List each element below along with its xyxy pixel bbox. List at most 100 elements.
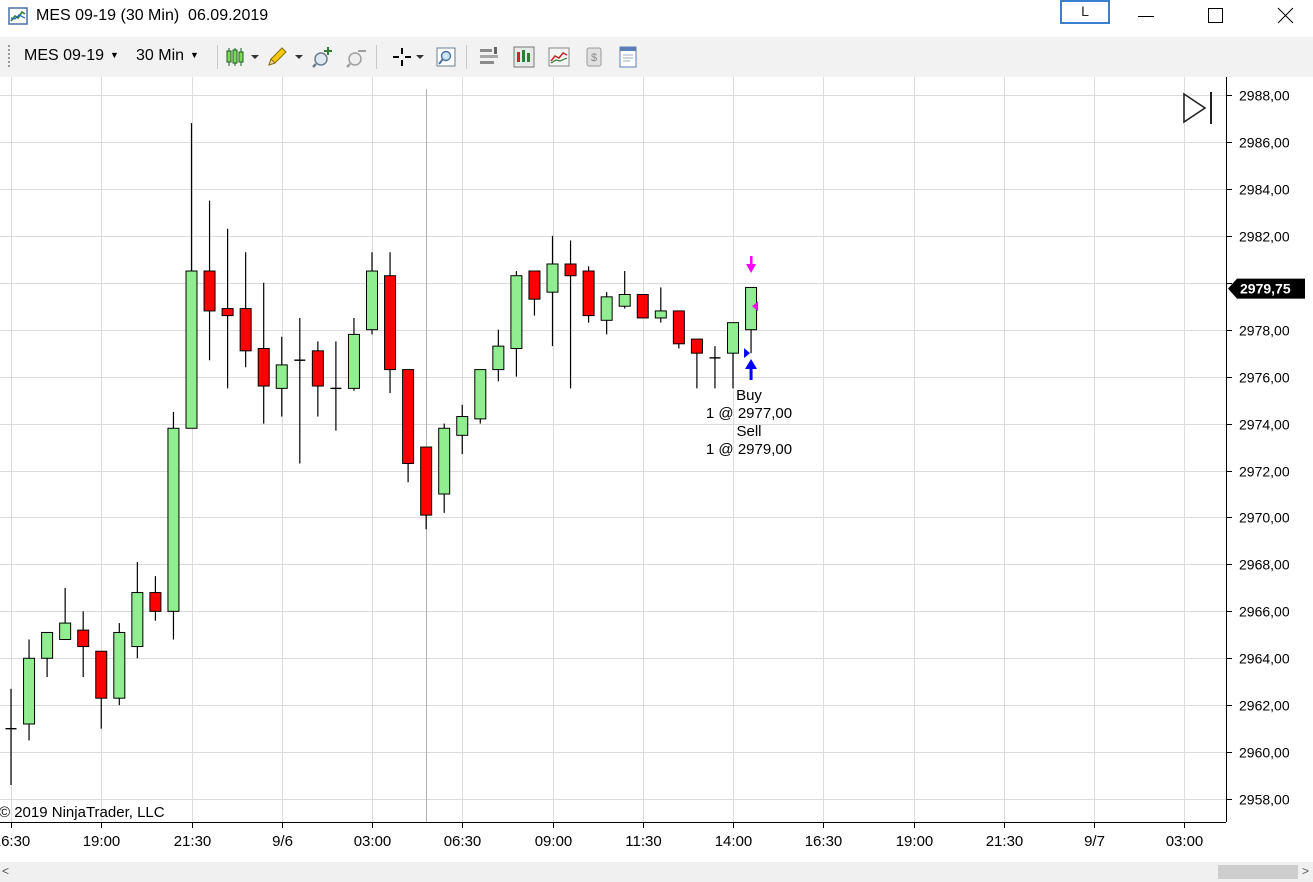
candle[interactable]: [636, 293, 649, 319]
candle[interactable]: [203, 200, 216, 361]
x-tick-label: 16:30: [0, 833, 30, 850]
link-button[interactable]: L: [1060, 0, 1110, 24]
scrollbar-thumb[interactable]: [1218, 865, 1298, 879]
data-box-icon[interactable]: [434, 45, 458, 69]
candle[interactable]: [239, 252, 252, 368]
candle[interactable]: [600, 292, 613, 335]
candle[interactable]: [167, 411, 180, 640]
candle[interactable]: [41, 631, 54, 678]
svg-text:$: $: [591, 52, 597, 64]
x-tick-label: 21:30: [174, 833, 212, 850]
x-tick-label: 03:00: [354, 833, 392, 850]
toolbar-divider: [466, 45, 467, 69]
zoom-out-icon[interactable]: [345, 45, 369, 69]
candle[interactable]: [582, 266, 595, 323]
candle[interactable]: [546, 235, 559, 347]
candle[interactable]: [23, 639, 36, 741]
candle[interactable]: [438, 423, 451, 513]
candle[interactable]: [727, 322, 739, 389]
candle[interactable]: [654, 287, 667, 323]
candle[interactable]: [690, 338, 703, 389]
candle[interactable]: [5, 688, 17, 786]
candle-body: [185, 270, 198, 429]
candle-body: [528, 270, 541, 300]
x-tick-label: 21:30: [986, 833, 1024, 850]
y-tick-label: 2958,00: [1239, 792, 1290, 808]
candle-body: [257, 347, 270, 387]
y-tick-label: 2976,00: [1239, 370, 1290, 386]
candle[interactable]: [149, 576, 162, 621]
candle[interactable]: [384, 252, 397, 394]
interval-selector[interactable]: 30 Min ▼: [136, 47, 199, 65]
candle[interactable]: [618, 271, 631, 309]
chevron-down-icon[interactable]: [416, 55, 424, 59]
candle-body: [654, 310, 667, 319]
candle[interactable]: [221, 228, 234, 389]
close-icon[interactable]: [1262, 0, 1308, 34]
candle-body: [95, 650, 108, 699]
candle[interactable]: [59, 587, 72, 641]
buy-detail-label: 1 @ 2977,00: [706, 405, 792, 422]
scroll-left-arrow[interactable]: <: [2, 864, 9, 878]
candle[interactable]: [745, 286, 758, 354]
sell-label: Sell: [736, 423, 761, 440]
bar-type-icon[interactable]: [225, 45, 249, 69]
maximize-icon[interactable]: [1192, 0, 1238, 34]
indicators-icon[interactable]: [512, 45, 536, 69]
crosshair-icon[interactable]: [390, 45, 414, 69]
chevron-down-icon[interactable]: [251, 55, 259, 59]
candle[interactable]: [257, 282, 270, 424]
candle[interactable]: [347, 317, 360, 391]
candle[interactable]: [672, 310, 685, 349]
candle[interactable]: [275, 336, 288, 417]
candle-body: [149, 592, 162, 612]
candle-body: [492, 345, 505, 371]
candle[interactable]: [528, 270, 541, 316]
candle-body: [311, 350, 324, 387]
zoom-in-icon[interactable]: [311, 45, 335, 69]
trade-markers-layer: Buy1 @ 2977,00Sell1 @ 2979,00: [706, 256, 792, 458]
properties-icon[interactable]: [478, 45, 502, 69]
instrument-selector[interactable]: MES 09-19 ▼: [24, 47, 119, 65]
x-tick-label: 06:30: [444, 833, 482, 850]
candle[interactable]: [510, 271, 523, 377]
candle[interactable]: [492, 329, 505, 382]
candle[interactable]: [709, 346, 721, 389]
candle[interactable]: [330, 341, 342, 431]
candle[interactable]: [131, 562, 144, 659]
minimize-icon[interactable]: [1122, 0, 1168, 34]
candle[interactable]: [77, 611, 90, 678]
time-axis[interactable]: 16:30 19:00 21:30 9/6 03:00 06:30 09:00 11:30 14…: [0, 822, 1226, 850]
drawing-tool-icon[interactable]: [265, 45, 289, 69]
candle-body: [672, 310, 685, 345]
candle[interactable]: [95, 650, 108, 729]
candle-body: [41, 631, 54, 659]
candle-body: [275, 364, 288, 389]
toolbar-divider: [376, 45, 377, 69]
x-tick-label: 09:00: [535, 833, 573, 850]
candle[interactable]: [456, 404, 469, 455]
candle[interactable]: [402, 369, 415, 483]
templates-icon[interactable]: [616, 45, 640, 69]
candle[interactable]: [294, 317, 306, 464]
candle[interactable]: [366, 252, 378, 335]
candle-body: [23, 657, 36, 725]
candle[interactable]: [474, 369, 487, 424]
candlestick-chart[interactable]: Buy1 @ 2977,00Sell1 @ 2979,00 2988,00 298…: [0, 77, 1313, 862]
scroll-right-arrow[interactable]: >: [1302, 864, 1309, 878]
strategies-icon[interactable]: [547, 45, 571, 69]
candle[interactable]: [564, 240, 577, 389]
candle[interactable]: [420, 446, 433, 530]
candle[interactable]: [113, 623, 126, 706]
horizontal-scrollbar[interactable]: < >: [0, 862, 1313, 882]
candle[interactable]: [311, 341, 324, 417]
toolbar-grip[interactable]: [8, 45, 12, 67]
price-axis[interactable]: 2988,002986,002984,002982,002980,002978,…: [1226, 77, 1305, 822]
chart-trader-icon[interactable]: $: [582, 45, 606, 69]
buy-fill-marker: [744, 348, 751, 359]
candle[interactable]: [185, 123, 198, 429]
scroll-to-end-icon[interactable]: [1183, 92, 1212, 124]
chevron-down-icon[interactable]: [295, 55, 303, 59]
candle-body: [474, 369, 487, 420]
candle-body: [420, 446, 433, 516]
